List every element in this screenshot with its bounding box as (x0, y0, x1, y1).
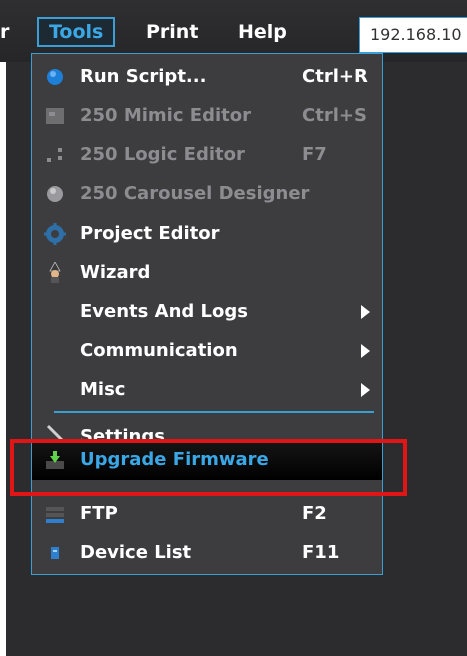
gear-icon (44, 223, 66, 245)
window-edge (0, 62, 6, 656)
device-list-icon (51, 547, 59, 559)
menu-item-label: FTP (80, 503, 118, 524)
blue-circle-icon (47, 69, 63, 85)
logic-editor-icon (47, 148, 62, 162)
menu-item-label: Events And Logs (80, 301, 248, 322)
submenu-arrow-icon (361, 344, 370, 358)
menu-item-label: Run Script... (80, 66, 207, 87)
tools-dropdown-menu: Run Script... Ctrl+R 250 Mimic Editor Ct… (31, 53, 383, 575)
menu-item-label: Misc (80, 379, 126, 400)
menu-item-label: 250 Mimic Editor (80, 105, 251, 126)
mimic-editor-icon (46, 108, 64, 124)
wizard-icon (49, 262, 61, 283)
menu-item-label: Project Editor (80, 223, 220, 244)
shortcut-label: F2 (302, 503, 327, 524)
menu-item-mimic-editor[interactable]: 250 Mimic Editor Ctrl+S (32, 97, 382, 135)
menu-item-run-script[interactable]: Run Script... Ctrl+R (32, 58, 382, 96)
menu-item-misc[interactable]: Misc (32, 371, 382, 409)
shortcut-label: F7 (302, 144, 327, 165)
menu-item-events-and-logs[interactable]: Events And Logs (32, 293, 382, 331)
submenu-arrow-icon (361, 383, 370, 397)
menu-item-label: Settings (80, 426, 165, 440)
application-window: r Tools Print Help 192.168.10 Run Script… (0, 0, 467, 656)
highlight-annotation-box (10, 439, 407, 496)
ftp-icon (46, 507, 64, 523)
menu-item-label: Device List (80, 542, 192, 563)
carousel-icon (47, 186, 63, 202)
menu-separator (54, 411, 374, 413)
menu-item-logic-editor[interactable]: 250 Logic Editor F7 (32, 136, 382, 174)
menu-item-label: Wizard (80, 262, 151, 283)
submenu-arrow-icon (361, 305, 370, 319)
menu-item-ftp[interactable]: FTP F2 (32, 495, 382, 533)
menu-item-label: 250 Carousel Designer (80, 183, 310, 204)
menu-item-wizard[interactable]: Wizard (32, 254, 382, 292)
menu-help[interactable]: Help (228, 17, 297, 47)
menu-item-label: 250 Logic Editor (80, 144, 245, 165)
menu-item-device-list[interactable]: Device List F11 (32, 534, 382, 572)
shortcut-label: Ctrl+R (302, 66, 368, 87)
menu-view-partial[interactable]: r (0, 17, 19, 47)
ip-address-field[interactable]: 192.168.10 (359, 17, 467, 53)
menu-item-communication[interactable]: Communication (32, 332, 382, 370)
menu-item-label: Communication (80, 340, 238, 361)
menu-item-carousel-designer[interactable]: 250 Carousel Designer (32, 175, 382, 213)
menu-tools[interactable]: Tools (37, 17, 116, 47)
wrench-icon (46, 424, 64, 440)
menu-print[interactable]: Print (136, 17, 208, 47)
menu-item-project-editor[interactable]: Project Editor (32, 215, 382, 253)
shortcut-label: Ctrl+S (302, 105, 367, 126)
shortcut-label: F11 (302, 542, 340, 563)
menu-item-settings[interactable]: Settings (32, 418, 382, 440)
